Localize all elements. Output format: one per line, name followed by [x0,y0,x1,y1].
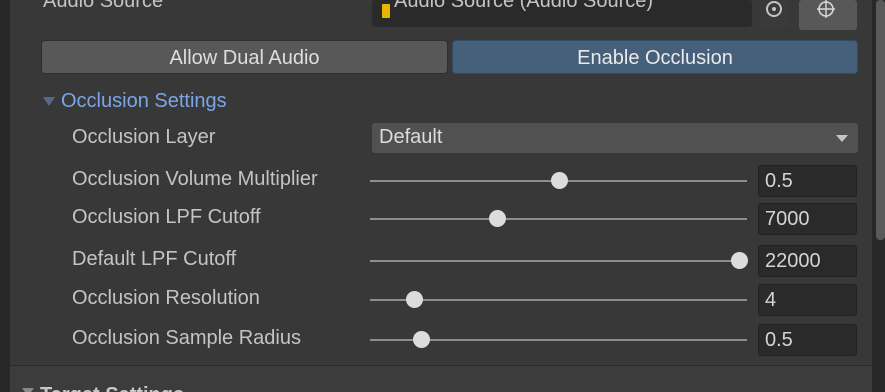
target-settings-foldout[interactable]: Target Settings [10,365,872,392]
occlusion-settings-title: Occlusion Settings [61,89,227,112]
occlusion-lpf-cutoff-field[interactable] [758,203,857,235]
triangle-down-icon [22,388,34,392]
slider-row: Default LPF Cutoff [10,245,872,277]
audio-source-field[interactable]: Audio Source (Audio Source) [372,0,752,27]
occlusion-sample-radius-field[interactable] [758,324,857,356]
audio-source-icon [382,4,390,18]
target-settings-title: Target Settings [40,384,184,392]
slider-row: Occlusion Volume Multiplier [10,165,872,197]
occlusion-resolution-field[interactable] [758,284,857,316]
occlusion-volume-multiplier-slider[interactable] [370,165,747,195]
allow-dual-audio-button[interactable]: Allow Dual Audio [41,40,448,74]
object-picker-icon [766,1,782,17]
slider-row: Occlusion Sample Radius [10,324,872,356]
inspector-window: Audio Source Audio Source (Audio Source)… [0,0,885,392]
occlusion-sample-radius-label: Occlusion Sample Radius [72,327,301,349]
default-lpf-cutoff-slider[interactable] [370,245,748,275]
target-button[interactable] [799,0,857,30]
occlusion-sample-radius-slider[interactable] [370,324,747,354]
slider-track [370,260,747,262]
occlusion-settings-foldout[interactable]: Occlusion Settings [43,87,227,115]
default-lpf-cutoff-label: Default LPF Cutoff [72,248,237,270]
enable-occlusion-button[interactable]: Enable Occlusion [452,40,858,74]
default-lpf-cutoff-field[interactable] [758,245,857,277]
target-icon [817,0,835,18]
slider-handle[interactable] [489,210,507,227]
slider-handle[interactable] [413,331,431,348]
slider-handle[interactable] [731,252,748,269]
occlusion-volume-multiplier-field[interactable] [758,165,857,197]
occlusion-layer-label: Occlusion Layer [72,126,216,148]
occlusion-resolution-label: Occlusion Resolution [72,287,260,309]
occlusion-lpf-cutoff-label: Occlusion LPF Cutoff [72,206,261,228]
occlusion-volume-multiplier-label: Occlusion Volume Multiplier [72,168,318,190]
vertical-scrollbar[interactable] [876,0,885,240]
slider-track [370,218,747,220]
audio-source-row: Audio Source Audio Source (Audio Source) [10,0,872,30]
slider-handle[interactable] [550,172,568,189]
occlusion-layer-value: Default [379,126,443,148]
audio-source-label: Audio Source [43,0,164,12]
slider-row: Occlusion LPF Cutoff [10,203,872,235]
caret-down-icon [836,135,848,142]
slider-row: Occlusion Resolution [10,284,872,316]
occlusion-layer-dropdown[interactable]: Default [372,123,858,153]
triangle-down-icon [43,96,55,106]
audio-component-panel: Audio Source Audio Source (Audio Source)… [10,0,872,365]
slider-handle[interactable] [406,291,424,308]
object-picker-button[interactable] [759,1,789,28]
occlusion-lpf-cutoff-slider[interactable] [370,203,747,233]
audio-source-value: Audio Source (Audio Source) [394,0,654,12]
slider-track [370,299,747,301]
occlusion-resolution-slider[interactable] [370,284,747,314]
occlusion-layer-row: Occlusion Layer Default [10,123,872,155]
